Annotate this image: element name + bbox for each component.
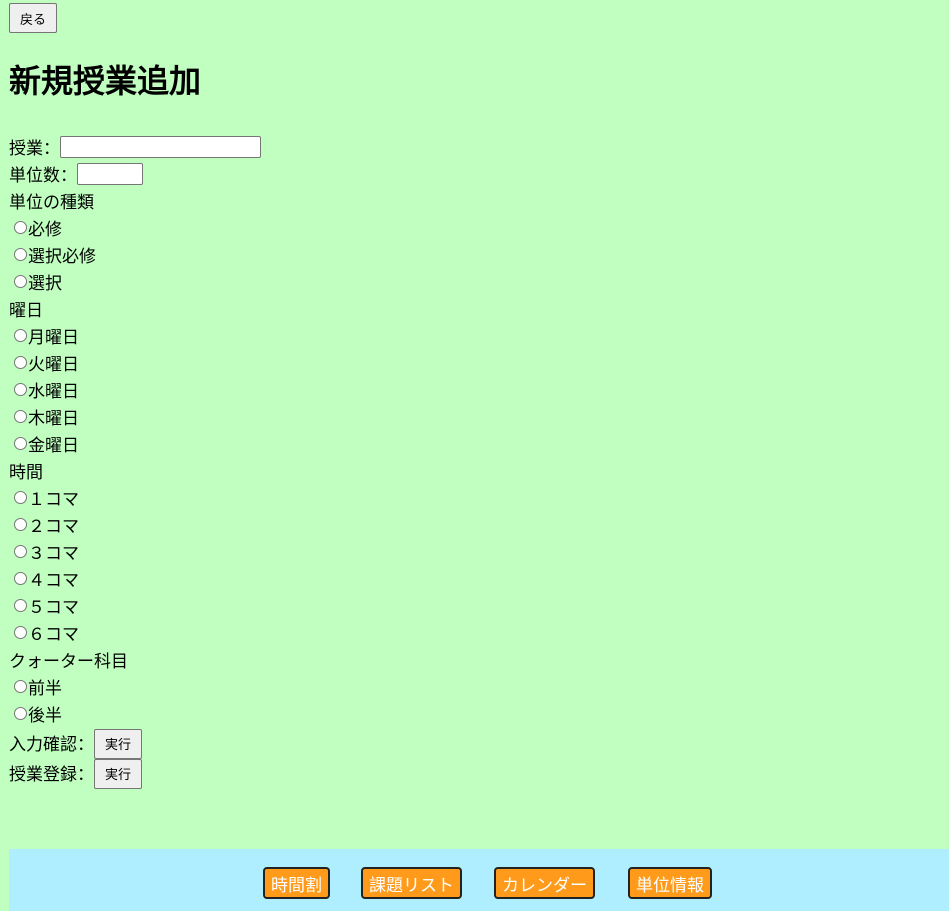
radio-button[interactable] [14,572,27,585]
period-option[interactable]: ３コマ [9,538,709,565]
option-label: 後半 [28,706,62,726]
period-option[interactable]: ４コマ [9,565,709,592]
credit-type-label: 単位の種類 [9,193,94,213]
option-label: １コマ [28,490,79,510]
register-row: 授業登録： 実行 [9,757,709,789]
quarter-label: クォーター科目 [9,652,128,672]
footer-nav: 時間割 課題リスト カレンダー 単位情報 [9,849,949,911]
quarter-option[interactable]: 前半 [9,673,709,700]
radio-button[interactable] [14,545,27,558]
class-row: 授業： [9,133,709,160]
confirm-row: 入力確認： 実行 [9,727,709,759]
radio-button[interactable] [14,221,27,234]
credits-row: 単位数： [9,160,709,187]
credit-type-option[interactable]: 必修 [9,214,709,241]
credit-type-option[interactable]: 選択必修 [9,241,709,268]
weekday-option[interactable]: 金曜日 [9,430,709,457]
option-label: ４コマ [28,571,79,591]
option-label: 木曜日 [28,409,79,429]
nav-credit-info-button[interactable]: 単位情報 [628,867,712,899]
option-label: 前半 [28,679,62,699]
weekday-option[interactable]: 火曜日 [9,349,709,376]
register-label: 授業登録： [9,764,94,785]
option-label: 選択必修 [28,247,96,267]
radio-button[interactable] [14,599,27,612]
period-label: 時間 [9,463,43,483]
option-label: 選択 [28,274,62,294]
period-option[interactable]: ６コマ [9,619,709,646]
option-label: ２コマ [28,517,79,537]
option-label: 金曜日 [28,436,79,456]
radio-button[interactable] [14,275,27,288]
nav-timetable-button[interactable]: 時間割 [263,867,330,899]
page-title: 新規授業追加 [9,62,202,100]
back-button[interactable]: 戻る [9,3,57,33]
option-label: 水曜日 [28,382,79,402]
radio-button[interactable] [14,518,27,531]
option-label: 月曜日 [28,328,79,348]
confirm-label: 入力確認： [9,734,94,755]
radio-button[interactable] [14,680,27,693]
class-label: 授業： [9,139,60,159]
period-option[interactable]: ２コマ [9,511,709,538]
nav-task-list-button[interactable]: 課題リスト [361,867,462,899]
radio-button[interactable] [14,410,27,423]
quarter-option[interactable]: 後半 [9,700,709,727]
option-label: ３コマ [28,544,79,564]
radio-button[interactable] [14,626,27,639]
register-execute-button[interactable]: 実行 [94,758,142,789]
radio-button[interactable] [14,383,27,396]
weekday-label: 曜日 [9,301,43,321]
radio-button[interactable] [14,248,27,261]
option-label: 必修 [28,220,62,240]
period-option[interactable]: １コマ [9,484,709,511]
nav-calendar-button[interactable]: カレンダー [494,867,595,899]
credit-type-option[interactable]: 選択 [9,268,709,295]
credits-input[interactable] [77,162,143,185]
confirm-execute-button[interactable]: 実行 [94,728,142,759]
radio-button[interactable] [14,707,27,720]
option-label: ６コマ [28,625,79,645]
radio-button[interactable] [14,329,27,342]
option-label: 火曜日 [28,355,79,375]
radio-button[interactable] [14,356,27,369]
radio-button[interactable] [14,491,27,504]
option-label: ５コマ [28,598,79,618]
period-option[interactable]: ５コマ [9,592,709,619]
add-class-form: 授業： 単位数： 単位の種類 必修 選択必修 選択 曜日 月曜日 火曜日 水曜日… [9,133,709,789]
credits-label: 単位数： [9,166,77,186]
weekday-option[interactable]: 木曜日 [9,403,709,430]
class-input[interactable] [60,135,261,158]
radio-button[interactable] [14,437,27,450]
weekday-option[interactable]: 水曜日 [9,376,709,403]
weekday-option[interactable]: 月曜日 [9,322,709,349]
